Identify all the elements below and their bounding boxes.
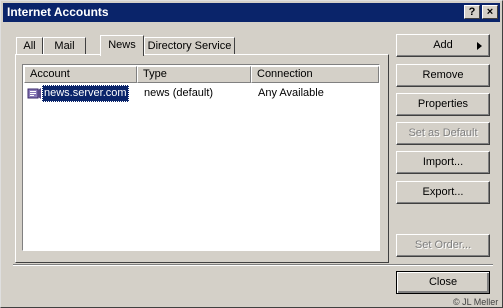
copyright-text: © JL Meller [453, 297, 499, 307]
set-order-button[interactable]: Set Order... [396, 234, 490, 257]
close-window-button[interactable]: × [482, 5, 498, 19]
set-as-default-button[interactable]: Set as Default [396, 122, 490, 145]
properties-button[interactable]: Properties [396, 93, 490, 116]
news-account-icon [27, 88, 41, 99]
list-item[interactable]: news.server.com news (default) Any Avail… [24, 85, 378, 102]
add-button-label: Add [433, 39, 453, 51]
help-button[interactable]: ? [464, 5, 480, 19]
remove-button[interactable]: Remove [396, 64, 490, 87]
export-button[interactable]: Export... [396, 181, 490, 204]
column-header-account[interactable]: Account [24, 66, 137, 83]
tab-directory-service[interactable]: Directory Service [144, 37, 235, 55]
tab-news[interactable]: News [100, 35, 144, 56]
internet-accounts-dialog: Internet Accounts ? × All Mail News Dire… [0, 0, 503, 308]
submenu-arrow-icon [477, 42, 482, 50]
accounts-list[interactable]: Account Type Connection news.server.com … [22, 64, 380, 251]
close-button[interactable]: Close [396, 271, 490, 294]
title-bar[interactable]: Internet Accounts ? × [3, 3, 500, 22]
tab-all[interactable]: All [16, 37, 43, 55]
import-button[interactable]: Import... [396, 151, 490, 174]
tab-panel-news: Account Type Connection news.server.com … [15, 54, 389, 263]
column-header-type[interactable]: Type [137, 66, 251, 83]
account-name: news.server.com [42, 85, 129, 102]
account-connection: Any Available [258, 87, 324, 99]
add-button[interactable]: Add [396, 34, 490, 57]
window-title: Internet Accounts [7, 5, 109, 19]
separator [13, 264, 493, 266]
column-header-connection[interactable]: Connection [251, 66, 379, 83]
tab-mail[interactable]: Mail [43, 37, 86, 55]
account-type: news (default) [144, 87, 214, 99]
